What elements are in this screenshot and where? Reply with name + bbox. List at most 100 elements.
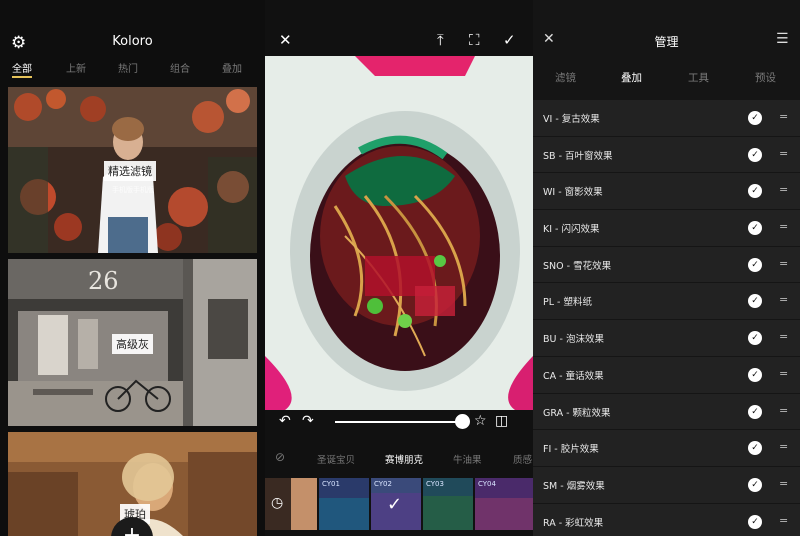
app-root: ⚙ Koloro 全部 上新 热门 组合 叠加 精选滤镜 手机版手机版 26 高…	[0, 0, 800, 536]
list-item-label: WI - 窗影效果	[543, 187, 603, 199]
store-header: ⚙ Koloro	[0, 26, 265, 60]
menu-icon[interactable]: ☰	[776, 31, 789, 47]
tab-overlays[interactable]: 叠加	[621, 70, 642, 85]
drag-handle-icon[interactable]: =	[779, 404, 788, 417]
drag-handle-icon[interactable]: =	[779, 330, 788, 343]
editor-toolbar: ✕ ⤒ ⛶ ✓	[265, 26, 533, 56]
check-icon[interactable]: ✓	[748, 221, 762, 236]
drag-handle-icon[interactable]: =	[779, 183, 788, 196]
card-label: 高级灰	[112, 334, 153, 354]
list-item-label: SB - 百叶窗效果	[543, 150, 613, 162]
intensity-slider[interactable]	[335, 421, 462, 423]
list-item[interactable]: CA - 童话效果 ✓ =	[533, 356, 800, 394]
thumb-label: CY02	[374, 480, 392, 488]
list-item-label: KI - 闪闪效果	[543, 224, 600, 236]
drag-handle-icon[interactable]: =	[779, 110, 788, 123]
tab-presets[interactable]: 预设	[755, 70, 776, 85]
check-icon[interactable]: ✓	[748, 184, 762, 199]
editor-panel: ✕ ⤒ ⛶ ✓ ↶ ↷ ☆ ◫ ⊘ 圣诞宝贝 赛博朋克 牛油果 质感 ◷ CY0…	[265, 0, 533, 536]
list-item-label: PL - 塑料纸	[543, 297, 592, 309]
check-icon[interactable]: ✓	[748, 477, 762, 492]
star-icon[interactable]: ☆	[474, 413, 487, 429]
check-icon[interactable]: ✓	[748, 257, 762, 272]
manage-title: 管理	[654, 35, 679, 49]
check-icon[interactable]: ✓	[748, 294, 762, 309]
drag-handle-icon[interactable]: =	[779, 514, 788, 527]
filter-card-featured[interactable]: 精选滤镜 手机版手机版	[8, 87, 257, 253]
drag-handle-icon[interactable]: =	[779, 440, 788, 453]
filter-pack-name[interactable]: 圣诞宝贝	[317, 452, 355, 466]
list-item[interactable]: SM - 烟雾效果 ✓ =	[533, 466, 800, 504]
none-icon[interactable]: ⊘	[275, 450, 285, 464]
list-item-label: CA - 童话效果	[543, 370, 604, 382]
filter-store-panel: ⚙ Koloro 全部 上新 热门 组合 叠加 精选滤镜 手机版手机版 26 高…	[0, 0, 265, 536]
upload-icon[interactable]: ⤒	[437, 32, 444, 48]
drag-handle-icon[interactable]: =	[779, 257, 788, 270]
drag-handle-icon[interactable]: =	[779, 147, 788, 160]
drag-handle-icon[interactable]: =	[779, 367, 788, 380]
drag-handle-icon[interactable]: =	[779, 293, 788, 306]
thumb-cy01[interactable]: CY01	[319, 478, 369, 530]
close-icon[interactable]: ✕	[279, 32, 292, 48]
tab-combo[interactable]: 组合	[170, 60, 190, 75]
list-item[interactable]: RA - 彩虹效果 ✓ =	[533, 503, 800, 536]
list-item-label: BU - 泡沫效果	[543, 334, 604, 346]
compare-icon[interactable]: ◫	[495, 413, 508, 429]
thumb-cy03[interactable]: CY03	[423, 478, 473, 530]
tab-all[interactable]: 全部	[12, 60, 32, 78]
check-icon[interactable]: ✓	[748, 441, 762, 456]
filter-pack-name[interactable]: 质感	[513, 452, 532, 466]
card-label: 精选滤镜	[104, 161, 156, 181]
card-subtitle: 手机版手机版	[112, 186, 154, 194]
thumb-original[interactable]: ◷	[265, 478, 317, 530]
tab-tools[interactable]: 工具	[688, 70, 709, 85]
tab-filters[interactable]: 滤镜	[555, 70, 576, 85]
undo-icon[interactable]: ↶	[279, 413, 291, 429]
manage-header: ✕ 管理 ☰	[533, 26, 800, 56]
list-item[interactable]: SNO - 雪花效果 ✓ =	[533, 246, 800, 284]
thumb-cy02-selected[interactable]: CY02 ✓	[371, 478, 421, 530]
list-item[interactable]: PL - 塑料纸 ✓ =	[533, 283, 800, 321]
list-item[interactable]: VI - 复古效果 ✓ =	[533, 100, 800, 137]
app-title: Koloro	[112, 34, 153, 49]
check-icon[interactable]: ✓	[748, 111, 762, 125]
list-item-label: GRA - 颗粒效果	[543, 407, 611, 419]
tab-overlay[interactable]: 叠加	[222, 60, 242, 75]
tab-hot[interactable]: 热门	[118, 60, 138, 75]
filter-pack-name-active[interactable]: 赛博朋克	[385, 452, 423, 466]
filter-thumbnails: ◷ CY01 CY02 ✓ CY03 CY04	[265, 478, 533, 530]
check-icon[interactable]: ✓	[748, 147, 762, 162]
thumb-cy04[interactable]: CY04	[475, 478, 533, 530]
list-item[interactable]: WI - 窗影效果 ✓ =	[533, 173, 800, 211]
list-item-label: RA - 彩虹效果	[543, 517, 604, 529]
drag-handle-icon[interactable]: =	[779, 477, 788, 490]
check-icon[interactable]: ✓	[748, 514, 762, 529]
redo-icon[interactable]: ↷	[302, 413, 314, 429]
list-item[interactable]: SB - 百叶窗效果 ✓ =	[533, 136, 800, 174]
manage-tabs: 滤镜 叠加 工具 预设	[533, 70, 800, 86]
check-icon: ✓	[387, 494, 403, 515]
thumb-label: CY04	[478, 480, 496, 488]
confirm-icon[interactable]: ✓	[503, 32, 516, 48]
list-item-label: VI - 复古效果	[543, 114, 600, 125]
tab-new[interactable]: 上新	[66, 60, 86, 75]
intensity-slider-row: ↶ ↷ ☆ ◫	[265, 410, 533, 434]
filter-card-gray[interactable]: 26 高级灰	[8, 259, 257, 426]
manage-panel: ✕ 管理 ☰ 滤镜 叠加 工具 预设 VI - 复古效果 ✓ = SB - 百叶窗效…	[533, 0, 800, 536]
slider-knob[interactable]	[455, 414, 470, 429]
photo-preview[interactable]	[265, 56, 533, 410]
check-icon[interactable]: ✓	[748, 331, 762, 346]
check-icon[interactable]: ✓	[748, 404, 762, 419]
list-item-label: SM - 烟雾效果	[543, 480, 605, 492]
crop-icon[interactable]: ⛶	[469, 32, 480, 48]
filter-pack-name[interactable]: 牛油果	[453, 452, 482, 466]
list-item[interactable]: BU - 泡沫效果 ✓ =	[533, 320, 800, 357]
list-item[interactable]: FI - 胶片效果 ✓ =	[533, 430, 800, 467]
list-item[interactable]: GRA - 颗粒效果 ✓ =	[533, 393, 800, 431]
list-item[interactable]: KI - 闪闪效果 ✓ =	[533, 210, 800, 247]
svg-text:26: 26	[88, 267, 119, 295]
food-photo	[265, 56, 533, 410]
filter-pack-names: ⊘ 圣诞宝贝 赛博朋克 牛油果 质感	[265, 450, 533, 468]
check-icon[interactable]: ✓	[748, 367, 762, 382]
drag-handle-icon[interactable]: =	[779, 220, 788, 233]
